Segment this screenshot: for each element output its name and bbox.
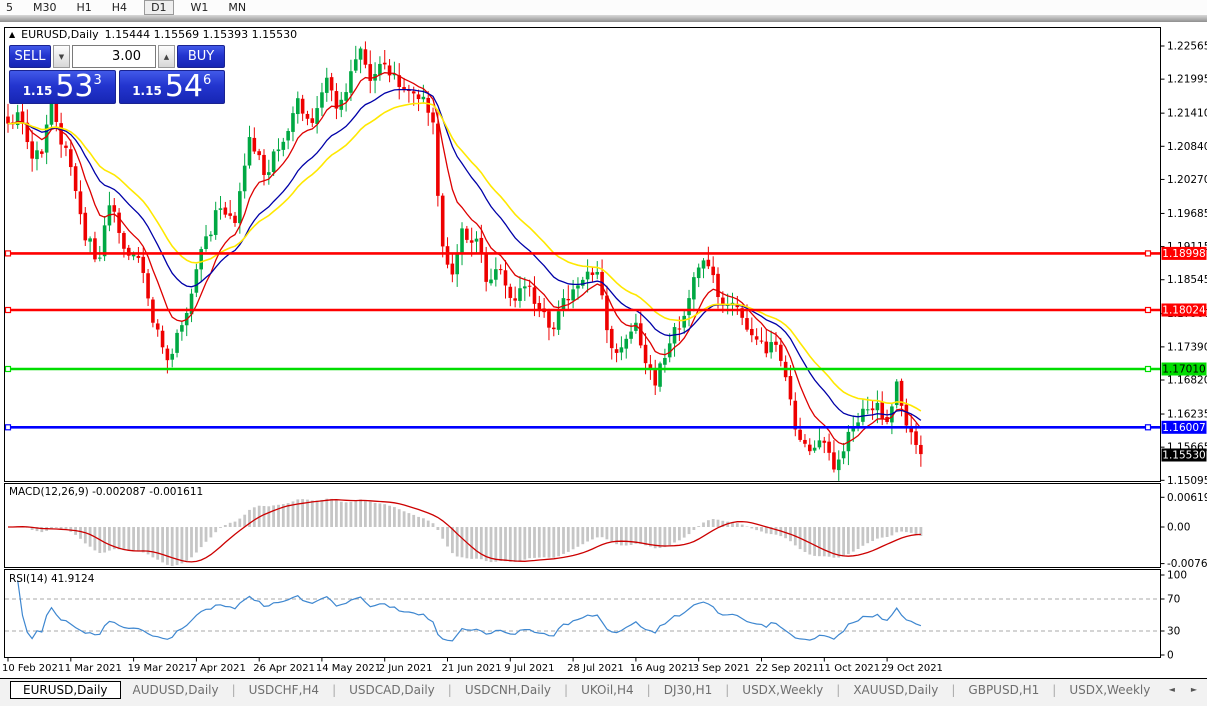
tab-usdcnh-daily[interactable]: USDCNH,Daily: [453, 682, 563, 698]
macd-label: MACD(12,26,9) -0.002087 -0.001611: [9, 486, 203, 498]
date-axis: 10 Feb 20211 Mar 2021 19 Mar 20217 Apr 20…: [2, 658, 943, 675]
buy-price-big: 54: [165, 72, 203, 102]
svg-text:1.20270: 1.20270: [1167, 174, 1207, 186]
sell-button[interactable]: SELL: [9, 45, 51, 68]
svg-text:2 Jun 2021: 2 Jun 2021: [379, 663, 433, 674]
timeframe-m30[interactable]: M30: [30, 1, 60, 14]
toolbar-separator: [0, 15, 1207, 22]
sell-price-pip: 3: [94, 73, 102, 88]
svg-text:1.16235: 1.16235: [1167, 409, 1207, 421]
svg-text:1.20840: 1.20840: [1167, 141, 1207, 153]
svg-text:11 Oct 2021: 11 Oct 2021: [818, 663, 880, 674]
sell-price-big: 53: [55, 72, 93, 102]
svg-text:3 Sep 2021: 3 Sep 2021: [693, 663, 750, 674]
tab-dj30-h1[interactable]: DJ30,H1: [652, 682, 725, 698]
svg-text:1.21410: 1.21410: [1167, 108, 1207, 120]
tab-usdx-weekly[interactable]: USDX,Weekly: [730, 682, 835, 698]
svg-text:1.19685: 1.19685: [1167, 208, 1207, 220]
timeframe-mn[interactable]: MN: [225, 1, 249, 14]
sell-price-box[interactable]: 1.15 53 3: [9, 70, 116, 104]
timeframe-w1[interactable]: W1: [188, 1, 212, 14]
svg-text:1.18545: 1.18545: [1167, 274, 1207, 286]
svg-text:1.22565: 1.22565: [1167, 41, 1207, 53]
svg-text:100: 100: [1167, 570, 1187, 582]
svg-text:26 Apr 2021: 26 Apr 2021: [253, 663, 315, 674]
chart-ohlc-quotes: 1.15444 1.15569 1.15393 1.15530: [105, 28, 297, 41]
tab-xauusd-daily[interactable]: XAUUSD,Daily: [841, 682, 950, 698]
buy-price-prefix: 1.15: [132, 84, 162, 98]
quote-panel: ▲ EURUSD,Daily 1.15444 1.15569 1.15393 1…: [9, 28, 297, 104]
timeframe-toolbar: 5 M30 H1 H4 D1 W1 MN: [0, 0, 1207, 15]
buy-price-pip: 6: [203, 73, 211, 88]
svg-text:1 Mar 2021: 1 Mar 2021: [65, 663, 122, 674]
volume-increase-button[interactable]: ▲: [158, 45, 175, 68]
tab-audusd-daily[interactable]: AUDUSD,Daily: [121, 682, 231, 698]
svg-text:21 Jun 2021: 21 Jun 2021: [442, 663, 502, 674]
svg-text:1.15530: 1.15530: [1162, 450, 1205, 462]
svg-text:1.18024: 1.18024: [1162, 305, 1206, 317]
svg-text:10 Feb 2021: 10 Feb 2021: [2, 663, 64, 674]
svg-text:-0.00762: -0.00762: [1167, 558, 1207, 570]
svg-text:7 Apr 2021: 7 Apr 2021: [190, 663, 245, 674]
svg-text:1.17390: 1.17390: [1167, 341, 1207, 353]
svg-text:0: 0: [1167, 650, 1174, 662]
timeframe-h4[interactable]: H4: [109, 1, 130, 14]
svg-text:16 Aug 2021: 16 Aug 2021: [630, 663, 694, 674]
svg-text:29 Oct 2021: 29 Oct 2021: [881, 663, 943, 674]
rsi-axis: 100 70 30 0: [1161, 570, 1188, 662]
svg-text:9 Jul 2021: 9 Jul 2021: [504, 663, 554, 674]
volume-decrease-button[interactable]: ▼: [53, 45, 70, 68]
one-click-trade-panel: SELL ▼ ▲ BUY 1.15 53 3 1.15 54 6: [9, 45, 225, 104]
price-axis: 1.22565 1.21995 1.21410 1.20840 1.20270 1.196…: [1161, 41, 1207, 487]
svg-text:0.006193: 0.006193: [1167, 492, 1207, 504]
svg-text:22 Sep 2021: 22 Sep 2021: [756, 663, 819, 674]
timeframe-h1[interactable]: H1: [74, 1, 95, 14]
macd-axis: 0.006193 0.00 -0.00762: [1161, 492, 1207, 570]
chart-symbol-title: EURUSD,Daily: [21, 28, 98, 41]
timeframe-5[interactable]: 5: [3, 1, 16, 14]
sell-price-prefix: 1.15: [23, 84, 53, 98]
rsi-label: RSI(14) 41.9124: [9, 573, 95, 585]
tab-gbpusd-h1[interactable]: GBPUSD,H1: [956, 682, 1051, 698]
tab-scroll-left-icon[interactable]: ◄: [1169, 685, 1175, 694]
svg-text:0.00: 0.00: [1167, 522, 1190, 534]
chart-title-row: ▲ EURUSD,Daily 1.15444 1.15569 1.15393 1…: [9, 28, 297, 41]
svg-text:1.18998: 1.18998: [1162, 248, 1205, 260]
svg-text:70: 70: [1167, 594, 1180, 606]
svg-text:1.17010: 1.17010: [1162, 364, 1205, 376]
tab-ukoil-h4[interactable]: UKOil,H4: [569, 682, 646, 698]
svg-text:28 Jul 2021: 28 Jul 2021: [567, 663, 624, 674]
svg-text:1.16820: 1.16820: [1167, 375, 1207, 387]
collapse-arrow-icon[interactable]: ▲: [9, 31, 15, 39]
tab-usdcad-daily[interactable]: USDCAD,Daily: [337, 682, 447, 698]
svg-text:14 May 2021: 14 May 2021: [316, 663, 381, 674]
volume-input[interactable]: [72, 45, 156, 68]
tab-usdx-weekly[interactable]: USDX,Weekly: [1057, 682, 1162, 698]
svg-text:30: 30: [1167, 626, 1180, 638]
svg-text:1.15095: 1.15095: [1167, 475, 1207, 487]
buy-price-box[interactable]: 1.15 54 6: [119, 70, 226, 104]
tab-eurusd-daily[interactable]: EURUSD,Daily: [10, 681, 121, 699]
tab-scroll-right-icon[interactable]: ►: [1191, 685, 1197, 694]
timeframe-d1[interactable]: D1: [144, 0, 173, 15]
buy-button[interactable]: BUY: [177, 45, 225, 68]
chart-tab-bar: EURUSD,DailyAUDUSD,Daily|USDCHF,H4|USDCA…: [0, 678, 1207, 706]
svg-text:19 Mar 2021: 19 Mar 2021: [128, 663, 191, 674]
tab-usdchf-h4[interactable]: USDCHF,H4: [237, 682, 331, 698]
svg-text:1.21995: 1.21995: [1167, 74, 1207, 86]
chart-canvas[interactable]: 1.22565 1.21995 1.21410 1.20840 1.20270 1.196…: [0, 0, 1207, 705]
svg-text:1.16007: 1.16007: [1162, 422, 1205, 434]
